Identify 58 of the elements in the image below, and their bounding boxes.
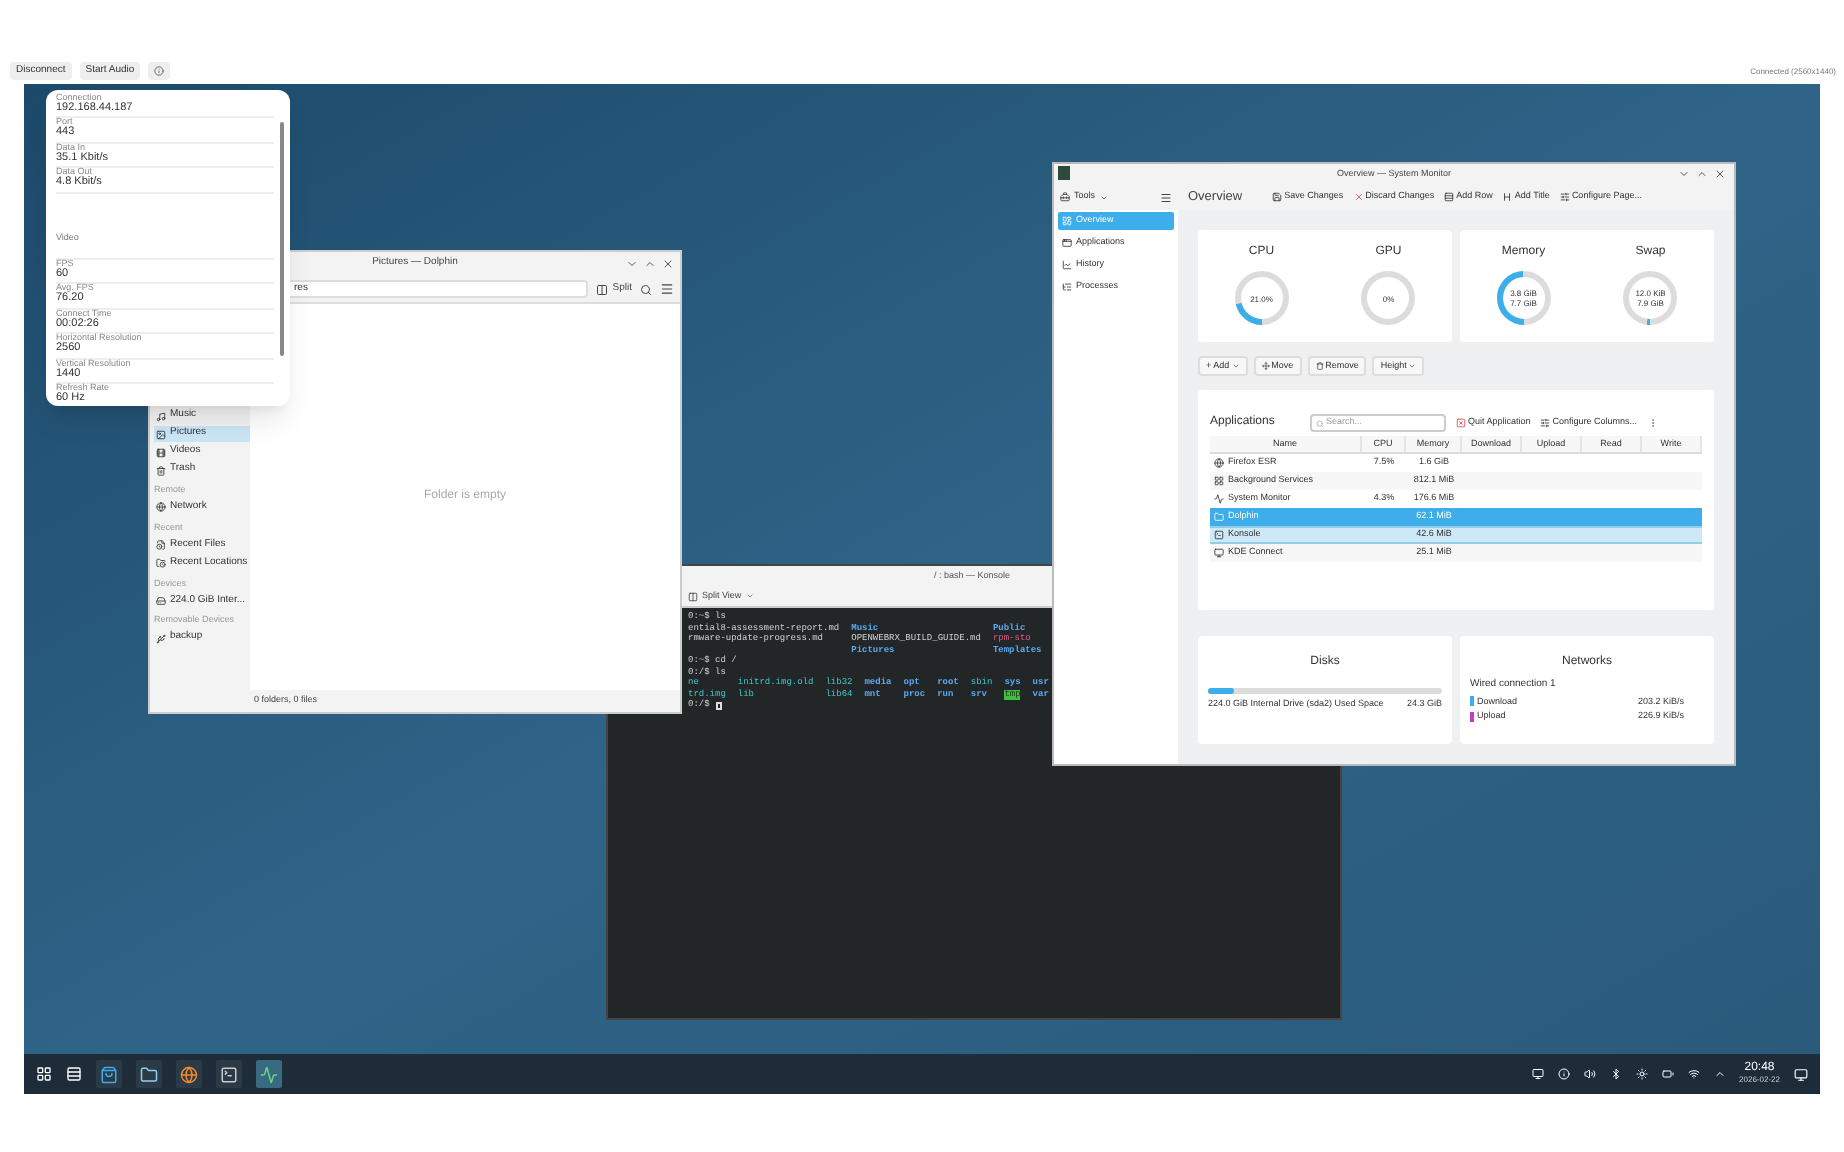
place-icon [156,429,166,439]
app-icon [1214,512,1224,522]
place-icon [156,633,166,643]
close-icon[interactable] [662,258,674,270]
app-icon [1214,458,1224,468]
tray-icon[interactable] [1557,1068,1570,1080]
button-icon [1261,362,1270,370]
desktop-overview-icon[interactable] [66,1066,82,1082]
app-icon [260,1065,278,1083]
quit-icon [1456,418,1466,428]
columns-icon [688,591,698,601]
tray-icon[interactable] [1661,1068,1674,1080]
place-icon [156,465,166,475]
search-icon[interactable] [640,283,652,295]
tray-icon[interactable] [1531,1068,1544,1080]
tray-icon[interactable] [1609,1068,1622,1080]
taskbar-app[interactable] [96,1060,122,1088]
place-icon [156,411,166,421]
show-desktop-icon[interactable] [1794,1067,1808,1081]
taskbar-app[interactable] [216,1060,242,1088]
toolbar-icon [1559,192,1570,202]
close-icon[interactable] [1714,168,1726,180]
tray-icon[interactable] [1583,1068,1596,1080]
launcher-icon[interactable] [36,1066,52,1082]
toolbar-icon [1444,192,1455,202]
toolbar-icon [1272,192,1283,202]
page-icon [1062,282,1072,292]
page-icon [1062,216,1072,226]
app-icon [1214,548,1224,558]
columns-icon [596,283,609,295]
toolbox-icon [1060,192,1070,202]
sliders-icon [1540,418,1551,428]
page-icon [1062,260,1072,270]
app-icon [1058,166,1070,180]
place-icon [156,595,166,606]
app-icon [180,1065,198,1083]
button-icon [1315,362,1324,370]
place-icon [156,447,166,457]
place-icon [156,502,166,513]
tray-icon[interactable] [1687,1068,1700,1080]
search-icon [1316,419,1324,427]
scrollbar[interactable] [280,122,284,356]
taskbar-app[interactable] [136,1060,162,1088]
place-icon [156,558,166,568]
app-icon [140,1065,158,1083]
taskbar-app[interactable] [256,1060,282,1088]
page-icon [1062,238,1072,248]
place-icon [156,540,166,550]
toolbar-icon [1502,192,1513,202]
info-button[interactable] [148,62,171,80]
info-icon [154,66,165,76]
app-icon [1214,530,1224,540]
tray-icon[interactable] [1635,1068,1648,1080]
app-icon [220,1065,238,1083]
taskbar-app[interactable] [176,1060,202,1088]
menu-icon[interactable] [660,282,674,296]
menu-icon[interactable] [1160,191,1172,203]
app-icon [100,1065,118,1083]
